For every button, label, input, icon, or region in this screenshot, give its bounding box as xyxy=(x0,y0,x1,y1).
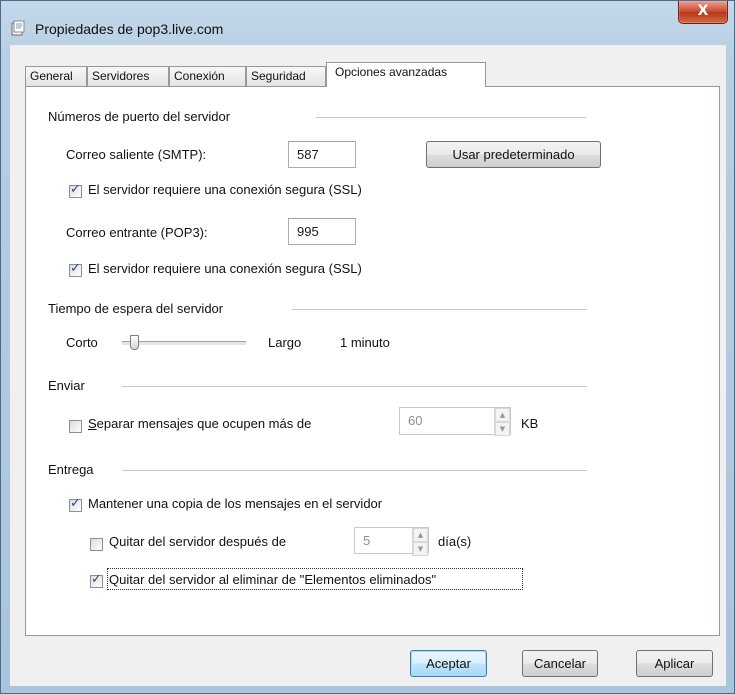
focus-indicator xyxy=(107,568,523,590)
pop3-label: Correo entrante (POP3): xyxy=(66,225,208,240)
split-messages-checkbox[interactable] xyxy=(69,420,82,433)
pop3-port-input[interactable]: 995 xyxy=(288,218,356,245)
tab-conexion[interactable]: Conexión xyxy=(169,66,246,86)
dialog-client: General Servidores Conexión Seguridad Op… xyxy=(10,45,726,686)
timeout-long-label: Largo xyxy=(268,335,302,350)
window-title: Propiedades de pop3.live.com xyxy=(35,21,224,37)
use-default-button[interactable]: Usar predeterminado xyxy=(426,141,601,168)
timeout-group-divider xyxy=(292,309,587,310)
pop3-ssl-checkbox[interactable] xyxy=(69,261,82,277)
tab-servidores[interactable]: Servidores xyxy=(87,66,169,86)
spin-down-icon[interactable]: ▼ xyxy=(413,542,428,556)
delivery-group-divider xyxy=(122,470,587,471)
send-group-label: Enviar xyxy=(48,378,85,393)
title-bar[interactable]: Propiedades de pop3.live.com X xyxy=(1,1,734,41)
remove-after-checkbox[interactable] xyxy=(90,538,103,551)
remove-on-delete-checkbox[interactable] xyxy=(90,572,103,588)
split-size-unit: KB xyxy=(521,416,539,431)
remove-after-label: Quitar del servidor después de xyxy=(109,534,287,549)
app-icon xyxy=(11,20,25,36)
smtp-ssl-checkbox[interactable] xyxy=(69,182,82,198)
spin-up-icon[interactable]: ▲ xyxy=(413,528,428,542)
timeout-slider-thumb[interactable] xyxy=(130,335,140,350)
ok-button[interactable]: Aceptar xyxy=(410,650,487,677)
properties-dialog: Propiedades de pop3.live.com X General S… xyxy=(0,0,735,694)
tab-panel-advanced: Números de puerto del servidor Correo sa… xyxy=(25,86,720,636)
tab-general[interactable]: General xyxy=(25,66,87,86)
apply-button[interactable]: Aplicar xyxy=(636,650,713,677)
keep-copy-checkbox[interactable] xyxy=(69,496,82,512)
split-messages-label: Separar mensajes que ocupen más de xyxy=(88,416,312,431)
ports-group-divider xyxy=(316,117,586,118)
remove-after-unit: día(s) xyxy=(438,534,472,549)
tab-seguridad[interactable]: Seguridad xyxy=(246,66,326,86)
delivery-group-label: Entrega xyxy=(48,462,94,477)
tab-opciones-avanzadas[interactable]: Opciones avanzadas xyxy=(326,62,486,87)
smtp-port-input[interactable]: 587 xyxy=(288,141,356,168)
timeout-short-label: Corto xyxy=(66,335,98,350)
timeout-group-label: Tiempo de espera del servidor xyxy=(48,301,224,316)
remove-after-spinner[interactable]: ▲ ▼ xyxy=(412,528,428,556)
smtp-ssl-label: El servidor requiere una conexión segura… xyxy=(88,182,362,197)
cancel-button[interactable]: Cancelar xyxy=(522,650,598,677)
send-group-divider xyxy=(122,386,587,387)
pop3-ssl-label: El servidor requiere una conexión segura… xyxy=(88,261,362,276)
close-button[interactable]: X xyxy=(678,1,728,24)
timeout-slider-track xyxy=(122,341,246,346)
keep-copy-label: Mantener una copia de los mensajes en el… xyxy=(88,496,383,511)
split-size-spinner[interactable]: ▲ ▼ xyxy=(494,408,510,436)
spin-down-icon[interactable]: ▼ xyxy=(495,422,510,436)
timeout-value: 1 minuto xyxy=(340,335,390,350)
spin-up-icon[interactable]: ▲ xyxy=(495,408,510,422)
ports-group-label: Números de puerto del servidor xyxy=(48,109,231,124)
close-icon: X xyxy=(697,3,709,19)
smtp-label: Correo saliente (SMTP): xyxy=(66,147,207,162)
